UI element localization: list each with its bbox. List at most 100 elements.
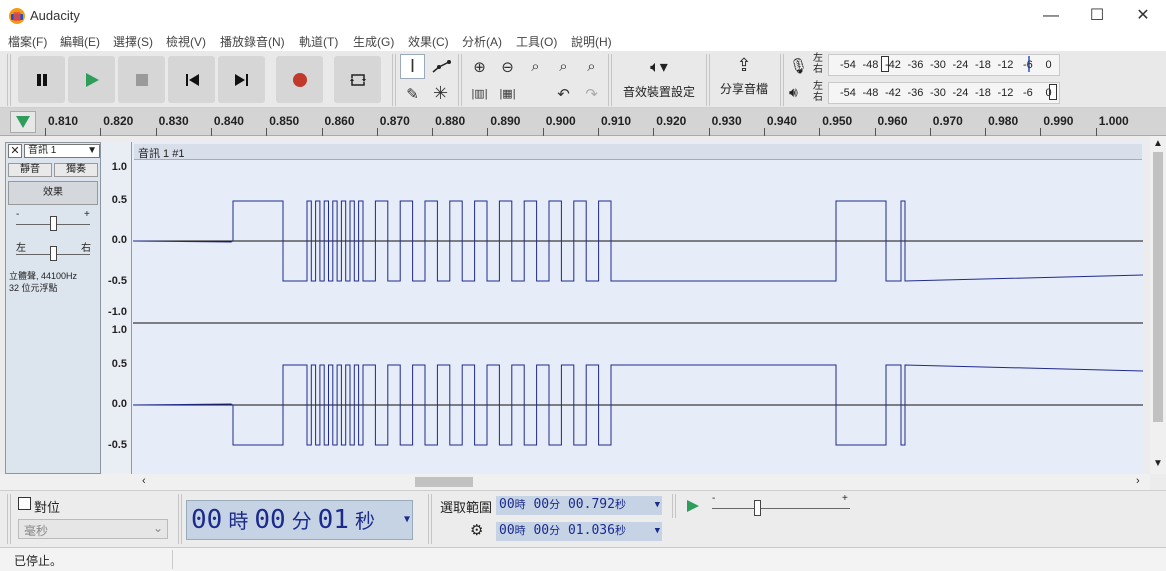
- solo-button[interactable]: 獨奏: [54, 163, 98, 177]
- play-button[interactable]: [68, 56, 115, 103]
- minimize-button[interactable]: —: [1028, 0, 1074, 31]
- chevron-down-icon: ⌄: [152, 521, 163, 535]
- menu-view[interactable]: 檢視(V): [166, 33, 206, 50]
- silence-selection-button[interactable]: |▦|: [495, 81, 520, 106]
- ruler-tick-mark: [874, 128, 876, 136]
- meter-scale-label: -30: [930, 87, 946, 99]
- trim-outside-button[interactable]: |▥|: [467, 81, 492, 106]
- vertical-scrollbar[interactable]: ▲ ▼: [1150, 136, 1166, 474]
- menu-tools[interactable]: 工具(O): [516, 33, 557, 50]
- selection-tool-button[interactable]: I: [400, 54, 425, 79]
- menu-file[interactable]: 檔案(F): [8, 33, 47, 50]
- undo-button[interactable]: ↶: [551, 81, 576, 106]
- record-button[interactable]: [276, 56, 323, 103]
- track-control-panel[interactable]: ✕ 音訊 1 ▼ 靜音 獨奏 效果 - + 左 右 立體聲, 44100Hz 32…: [5, 142, 101, 474]
- redo-button[interactable]: ↷: [579, 81, 604, 106]
- toolbar-grip[interactable]: [392, 54, 397, 106]
- toolbar-grip[interactable]: [458, 54, 463, 106]
- snap-unit-select[interactable]: 毫秒 ⌄: [18, 519, 168, 539]
- audio-setup-button[interactable]: 🔈︎▾ 音效裝置設定: [618, 55, 700, 103]
- undo-icon: ↶: [557, 85, 570, 103]
- redo-icon: ↷: [585, 85, 598, 103]
- ruler-tick-label: 0.990: [1043, 114, 1074, 128]
- track-name-menu[interactable]: 音訊 1 ▼: [24, 144, 100, 158]
- envelope-tool-button[interactable]: [428, 54, 453, 79]
- pause-button[interactable]: [18, 56, 65, 103]
- selection-start-time[interactable]: 00時 00分 00.792秒 ▼: [496, 496, 662, 515]
- waveform-area[interactable]: 1.0 0.5 0.0 -0.5 -1.0 1.0 0.5 0.0 -0.5 音…: [101, 142, 1144, 474]
- skip-to-end-button[interactable]: [218, 56, 265, 103]
- play-at-speed-button[interactable]: [682, 495, 704, 517]
- selection-end-time[interactable]: 00時 00分 01.036秒 ▼: [496, 522, 662, 541]
- dropdown-icon[interactable]: ▼: [655, 522, 660, 540]
- zoom-out-button[interactable]: ⊖: [495, 54, 520, 79]
- time-hours-unit: 時: [228, 509, 249, 533]
- menu-transport[interactable]: 播放錄音(N): [220, 33, 285, 50]
- toolbar-grip[interactable]: [178, 494, 183, 544]
- menu-analyze[interactable]: 分析(A): [462, 33, 502, 50]
- effects-button[interactable]: 效果: [8, 181, 98, 205]
- close-track-button[interactable]: ✕: [8, 144, 22, 158]
- menu-generate[interactable]: 生成(G): [353, 33, 394, 50]
- scale-label: 0.5: [111, 194, 127, 206]
- close-button[interactable]: ✕: [1120, 0, 1166, 31]
- snap-checkbox[interactable]: [18, 497, 31, 510]
- stop-icon: [135, 73, 148, 86]
- scroll-left-icon[interactable]: ‹: [142, 475, 146, 487]
- toolbar-grip[interactable]: [608, 54, 613, 106]
- horizontal-scrollbar[interactable]: ‹ ›: [0, 474, 1150, 490]
- ruler-tick-mark: [985, 128, 987, 136]
- ruler-tick-mark: [763, 128, 765, 136]
- zoom-toggle-button[interactable]: ⌕: [579, 54, 604, 79]
- skip-to-start-button[interactable]: [168, 56, 215, 103]
- scroll-down-icon[interactable]: ▼: [1153, 458, 1163, 469]
- meter-scale-label: -54: [840, 87, 856, 99]
- ruler-tick-mark: [376, 128, 378, 136]
- toolbar-grip[interactable]: [706, 54, 711, 106]
- draw-tool-button[interactable]: ✎: [400, 81, 425, 106]
- maximize-button[interactable]: ☐: [1074, 0, 1120, 31]
- microphone-icon[interactable]: 🎙︎: [789, 57, 808, 75]
- toolbar-grip[interactable]: [672, 494, 677, 518]
- sel-end-hours: 00: [499, 523, 515, 538]
- menu-select[interactable]: 選擇(S): [113, 33, 153, 50]
- toolbar-grip[interactable]: [428, 494, 433, 544]
- timeline-ruler[interactable]: 0.810 0.820 0.830 0.840 0.850 0.860 0.870 0.880…: [0, 108, 1166, 136]
- clip-header[interactable]: 音訊 1 #1: [134, 144, 1142, 160]
- toolbar-grip[interactable]: [7, 54, 12, 106]
- speaker-icon: 🔈︎▾: [650, 59, 668, 76]
- multi-tool-button[interactable]: ✳: [428, 81, 453, 106]
- speed-slider-thumb[interactable]: [754, 500, 761, 516]
- scroll-up-icon[interactable]: ▲: [1153, 138, 1163, 149]
- speaker-meter-icon[interactable]: 🔊︎: [789, 84, 798, 101]
- loop-button[interactable]: [334, 56, 381, 103]
- track-name: 音訊 1: [28, 145, 57, 156]
- horizontal-scroll-thumb[interactable]: [415, 477, 473, 487]
- menu-tracks[interactable]: 軌道(T): [299, 33, 338, 50]
- zoom-in-button[interactable]: ⊕: [467, 54, 492, 79]
- waveform[interactable]: [133, 160, 1143, 474]
- time-format-dropdown-icon[interactable]: ▼: [404, 501, 410, 539]
- toolbar-grip[interactable]: [7, 494, 12, 544]
- menu-help[interactable]: 說明(H): [571, 33, 612, 50]
- pan-slider-thumb[interactable]: [50, 246, 57, 261]
- stop-button[interactable]: [118, 56, 165, 103]
- time-display[interactable]: 00 時 00 分 01 秒 ▼: [186, 500, 413, 540]
- speed-slider-track[interactable]: [712, 508, 850, 509]
- toolbar-grip[interactable]: [780, 54, 785, 106]
- share-audio-button[interactable]: ⇪ 分享音檔: [714, 55, 774, 103]
- menu-effect[interactable]: 效果(C): [408, 33, 449, 50]
- ruler-tick-label: 1.000: [1098, 114, 1129, 128]
- vertical-scroll-thumb[interactable]: [1153, 152, 1163, 422]
- menu-edit[interactable]: 編輯(E): [60, 33, 100, 50]
- mute-button[interactable]: 靜音: [8, 163, 52, 177]
- fit-selection-button[interactable]: ⌕: [523, 54, 548, 79]
- sel-start-hours: 00: [499, 497, 515, 512]
- dropdown-icon[interactable]: ▼: [655, 496, 660, 514]
- sel-start-seconds-unit: 秒: [614, 498, 626, 511]
- scroll-right-icon[interactable]: ›: [1136, 475, 1140, 487]
- gain-slider-thumb[interactable]: [50, 216, 57, 231]
- fit-project-button[interactable]: ⌕: [551, 54, 576, 79]
- ruler-tick-label: 0.960: [877, 114, 908, 128]
- settings-gear-icon[interactable]: ⚙: [470, 521, 483, 539]
